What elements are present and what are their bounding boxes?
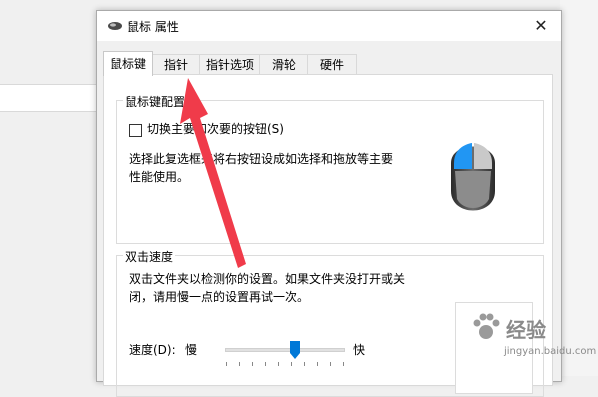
button-configuration-group: 鼠标键配置 切换主要和次要的按钮(S) 选择此复选框来将右按钮设成如选择和拖放等… <box>116 93 544 244</box>
paw-icon <box>473 313 500 339</box>
slider-tick <box>304 362 305 366</box>
slider-thumb[interactable] <box>290 341 300 359</box>
background-window-left <box>0 0 96 376</box>
double-click-speed-slider[interactable] <box>225 348 345 352</box>
slider-tick <box>291 362 292 366</box>
slider-tick <box>239 362 240 366</box>
group-label-double-click: 双击速度 <box>123 248 176 265</box>
tab-label: 滑轮 <box>271 58 296 72</box>
mouse-icon <box>108 22 122 30</box>
slider-tick <box>330 362 331 366</box>
slider-tick <box>265 362 266 366</box>
close-button[interactable]: ✕ <box>521 11 561 41</box>
group-label-button-config: 鼠标键配置 <box>123 93 188 110</box>
tab-pointer-options[interactable]: 指针选项 <box>199 54 261 75</box>
slider-tick <box>278 362 279 366</box>
button-config-description-1: 选择此复选框来将右按钮设成如选择和拖放等主要 <box>129 152 394 166</box>
watermark-text: 经验 <box>506 318 546 342</box>
switch-buttons-label[interactable]: 切换主要和次要的按钮(S) <box>147 120 284 138</box>
tab-label: 指针 <box>163 58 188 72</box>
tab-label: 指针选项 <box>205 58 254 72</box>
tab-buttons[interactable]: 鼠标键 <box>103 51 153 76</box>
tab-hardware[interactable]: 硬件 <box>307 54 357 75</box>
watermark-url: jingyan.baidu.com <box>504 346 597 357</box>
double-click-description-2: 闭，请用慢一点的设置再试一次。 <box>129 290 310 304</box>
close-icon: ✕ <box>534 16 548 35</box>
fast-label: 快 <box>353 343 366 357</box>
tab-label: 鼠标键 <box>109 57 146 71</box>
speed-label: 速度(D): <box>129 343 176 357</box>
tab-label: 硬件 <box>319 58 344 72</box>
title-bar: 鼠标 属性 ✕ <box>97 11 561 41</box>
slider-tick <box>252 362 253 366</box>
tab-wheel[interactable]: 滑轮 <box>259 54 309 75</box>
tab-pointers[interactable]: 指针 <box>151 54 201 75</box>
slider-tick <box>343 362 344 366</box>
slider-tick <box>317 362 318 366</box>
background-list-row <box>0 84 96 112</box>
mouse-illustration <box>451 143 495 211</box>
watermark: 经验 jingyan.baidu.com <box>456 310 596 370</box>
window-title: 鼠标 属性 <box>127 20 179 34</box>
switch-buttons-checkbox[interactable] <box>129 124 142 137</box>
button-config-description-2: 性能使用。 <box>129 170 190 184</box>
slow-label: 慢 <box>185 343 198 357</box>
slider-tick <box>226 362 227 366</box>
double-click-description-1: 双击文件夹以检测你的设置。如果文件夹没打开或关 <box>129 272 406 286</box>
